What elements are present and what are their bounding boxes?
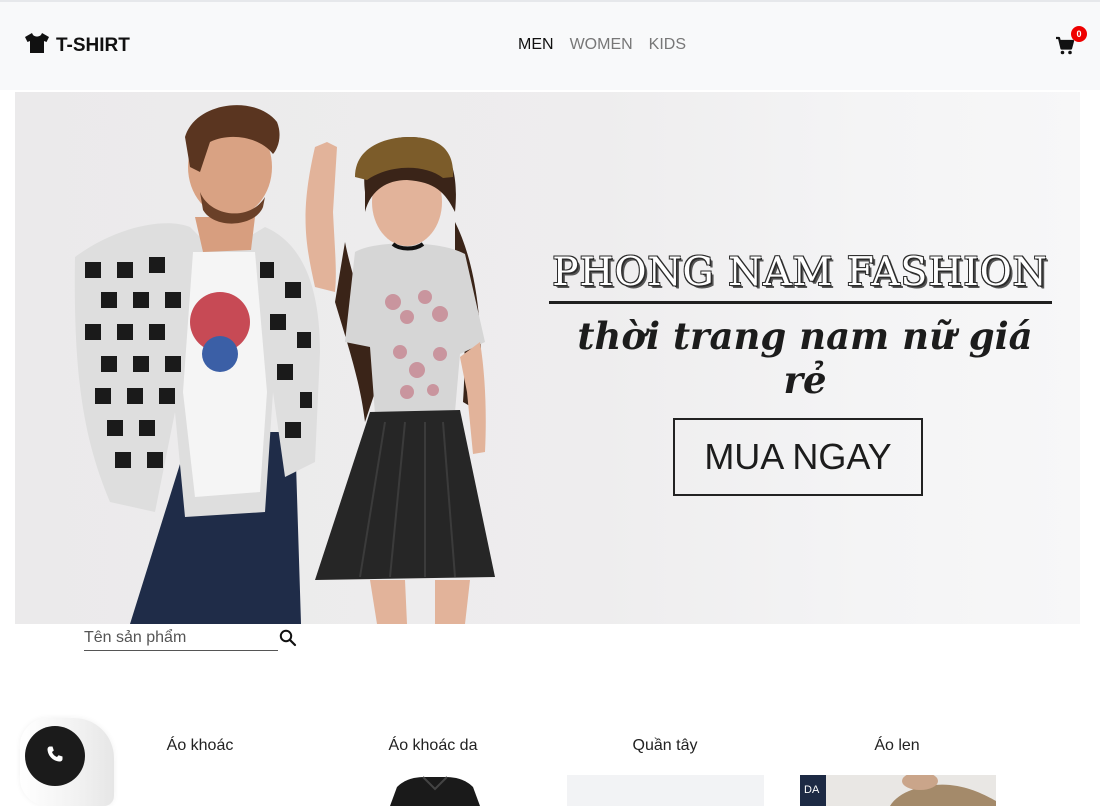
- cart-icon: [1055, 36, 1075, 60]
- search-input[interactable]: [84, 626, 278, 651]
- search-icon[interactable]: [279, 629, 297, 647]
- hero-title: PHONG NAM FASHION: [552, 250, 1048, 295]
- hero-models-image: [74, 105, 495, 624]
- category-label-ao-len[interactable]: Áo len: [797, 737, 997, 755]
- category-label-ao-khoac-da[interactable]: Áo khoác da: [333, 737, 533, 755]
- main-nav: MEN WOMEN KIDS: [518, 36, 686, 54]
- brand-name: T-SHIRT: [56, 35, 130, 56]
- cart-button[interactable]: 0: [1055, 26, 1087, 60]
- hero-banner: PHONG NAM FASHION thời trang nam nữ giá …: [15, 92, 1080, 624]
- tshirt-icon: [24, 32, 50, 60]
- buy-now-button[interactable]: MUA NGAY: [673, 418, 923, 496]
- category-label-ao-khoac[interactable]: Áo khoác: [100, 737, 300, 755]
- site-header: T-SHIRT MEN WOMEN KIDS 0: [0, 2, 1100, 90]
- hero-subtitle: thời trang nam nữ giá rẻ: [577, 314, 1033, 402]
- svg-text:DA: DA: [804, 784, 820, 796]
- category-label-quan-tay[interactable]: Quần tây: [565, 737, 765, 755]
- hero-divider: [549, 301, 1052, 304]
- phone-icon: [46, 745, 64, 768]
- category-image-quan-tay[interactable]: [567, 775, 764, 806]
- call-button[interactable]: [25, 726, 85, 786]
- category-image-ao-len[interactable]: DA: [800, 775, 996, 806]
- nav-item-men[interactable]: MEN: [518, 36, 554, 54]
- nav-item-women[interactable]: WOMEN: [570, 36, 633, 54]
- cart-count-badge: 0: [1071, 26, 1087, 42]
- brand-logo[interactable]: T-SHIRT: [24, 32, 130, 60]
- category-image-ao-khoac-da[interactable]: [335, 775, 531, 806]
- product-search: [84, 626, 298, 652]
- nav-item-kids[interactable]: KIDS: [649, 36, 686, 54]
